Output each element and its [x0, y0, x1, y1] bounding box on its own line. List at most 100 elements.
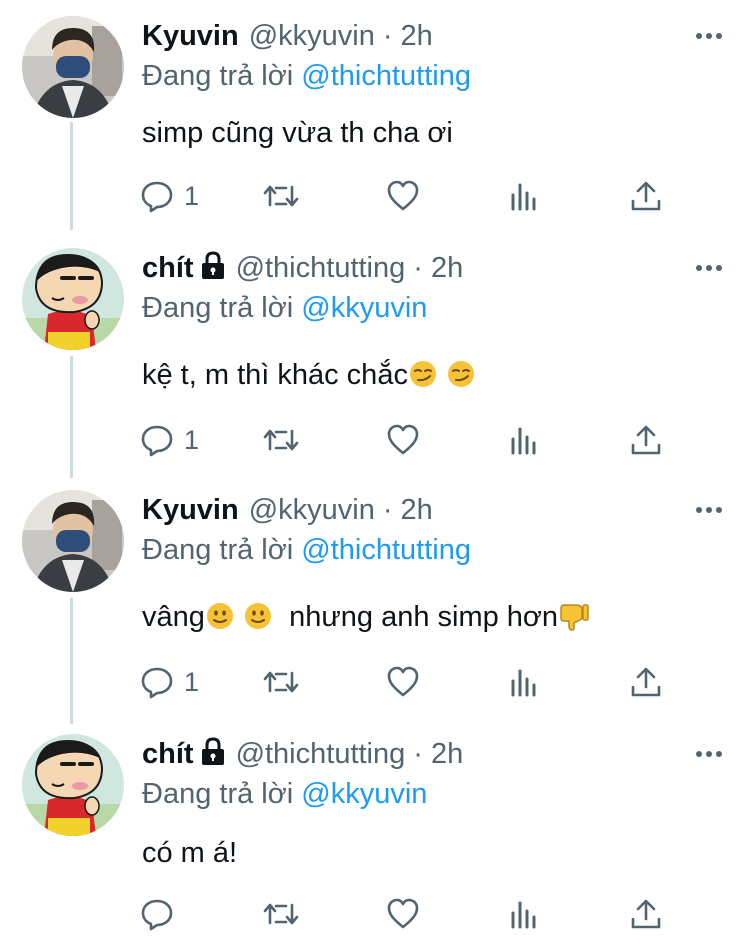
- retweet-button[interactable]: [262, 894, 300, 934]
- share-button[interactable]: [630, 662, 662, 702]
- avatar-kyuvin[interactable]: [22, 16, 124, 118]
- slightly-smiling-emoji-icon: [243, 601, 273, 641]
- user-handle[interactable]: @kkyuvin: [249, 494, 375, 526]
- share-button[interactable]: [630, 420, 662, 460]
- views-button[interactable]: [510, 894, 540, 934]
- tweet-text: kệ t, m thì khác chắc: [142, 356, 476, 399]
- bar-chart-icon: [510, 665, 540, 699]
- heart-icon: [386, 665, 420, 699]
- heart-icon: [386, 179, 420, 213]
- lock-icon: [200, 250, 226, 289]
- tweet-text-part: vâng: [142, 601, 205, 633]
- separator-dot: ·: [413, 738, 423, 770]
- reply-button[interactable]: 1: [140, 176, 199, 216]
- like-button[interactable]: [386, 662, 420, 702]
- avatar-chit[interactable]: [22, 734, 124, 836]
- display-name[interactable]: chít: [142, 252, 194, 284]
- replying-prefix: Đang trả lời: [142, 778, 294, 810]
- reply-button[interactable]: 1: [140, 662, 199, 702]
- retweet-button[interactable]: [262, 420, 300, 460]
- thumbs-down-emoji-icon: [558, 601, 590, 641]
- speech-bubble-icon: [140, 897, 174, 931]
- tweet-header: Kyuvin @kkyuvin · 2h: [142, 18, 433, 54]
- retweet-icon: [262, 179, 300, 213]
- timestamp[interactable]: 2h: [401, 494, 433, 526]
- retweet-icon: [262, 897, 300, 931]
- avatar-cartoon: [22, 734, 124, 836]
- timestamp[interactable]: 2h: [431, 252, 463, 284]
- more-dots-icon[interactable]: [694, 260, 724, 276]
- share-upload-icon: [630, 179, 662, 213]
- reply-count: 1: [184, 180, 200, 211]
- like-button[interactable]: [386, 894, 420, 934]
- tweet-actions: [0, 894, 750, 934]
- views-button[interactable]: [510, 176, 540, 216]
- lock-icon: [200, 736, 226, 775]
- tweet-text: simp cũng vừa th cha ơi: [142, 117, 453, 149]
- speech-bubble-icon: [140, 179, 174, 213]
- retweet-button[interactable]: [262, 176, 300, 216]
- more-dots-icon[interactable]: [694, 746, 724, 762]
- replying-to-mention[interactable]: @kkyuvin: [301, 292, 427, 324]
- share-button[interactable]: [630, 176, 662, 216]
- avatar-photo: [22, 490, 124, 592]
- heart-icon: [386, 423, 420, 457]
- share-upload-icon: [630, 897, 662, 931]
- more-dots-icon[interactable]: [694, 28, 724, 44]
- replying-to-line: Đang trả lời @thichtutting: [142, 532, 471, 568]
- tweet-header: chít @thichtutting · 2h: [142, 250, 463, 289]
- tweet-text-part: nhưng anh simp hơn: [289, 601, 559, 633]
- share-upload-icon: [630, 423, 662, 457]
- separator-dot: ·: [382, 494, 393, 526]
- replying-to-line: Đang trả lời @kkyuvin: [142, 290, 427, 326]
- tweet-text: vâng nhưng anh simp hơn: [142, 598, 590, 641]
- timestamp[interactable]: 2h: [431, 738, 463, 770]
- replying-prefix: Đang trả lời: [142, 60, 294, 92]
- reply-count: 1: [184, 666, 200, 697]
- heart-icon: [386, 897, 420, 931]
- retweet-icon: [262, 423, 300, 457]
- like-button[interactable]: [386, 420, 420, 460]
- reply-count: 1: [184, 424, 200, 455]
- speech-bubble-icon: [140, 665, 174, 699]
- views-button[interactable]: [510, 662, 540, 702]
- reply-button[interactable]: [140, 894, 184, 934]
- display-name[interactable]: Kyuvin: [142, 20, 239, 52]
- avatar-chit[interactable]: [22, 248, 124, 350]
- replying-prefix: Đang trả lời: [142, 292, 294, 324]
- bar-chart-icon: [510, 179, 540, 213]
- replying-to-mention[interactable]: @thichtutting: [301, 534, 471, 566]
- separator-dot: ·: [382, 20, 393, 52]
- user-handle[interactable]: @kkyuvin: [249, 20, 375, 52]
- display-name[interactable]: chít: [142, 738, 194, 770]
- separator-dot: ·: [413, 252, 423, 284]
- tweet-header: chít @thichtutting · 2h: [142, 736, 463, 775]
- tweet-text: có m á!: [142, 837, 238, 869]
- replying-to-mention[interactable]: @kkyuvin: [301, 778, 427, 810]
- smirk-emoji-icon: [446, 359, 476, 399]
- reply-button[interactable]: 1: [140, 420, 199, 460]
- more-dots-icon[interactable]: [694, 502, 724, 518]
- speech-bubble-icon: [140, 423, 174, 457]
- tweet-actions: 1: [0, 420, 750, 460]
- avatar-photo: [22, 16, 124, 118]
- user-handle[interactable]: @thichtutting: [236, 738, 406, 770]
- replying-to-line: Đang trả lời @kkyuvin: [142, 776, 427, 812]
- tweet-actions: 1: [0, 662, 750, 702]
- thread-line: [70, 598, 73, 724]
- replying-prefix: Đang trả lời: [142, 534, 294, 566]
- replying-to-mention[interactable]: @thichtutting: [301, 60, 471, 92]
- share-button[interactable]: [630, 894, 662, 934]
- avatar-cartoon: [22, 248, 124, 350]
- replying-to-line: Đang trả lời @thichtutting: [142, 58, 471, 94]
- retweet-icon: [262, 665, 300, 699]
- avatar-kyuvin[interactable]: [22, 490, 124, 592]
- user-handle[interactable]: @thichtutting: [236, 252, 406, 284]
- retweet-button[interactable]: [262, 662, 300, 702]
- tweet-text-body: kệ t, m thì khác chắc: [142, 359, 408, 391]
- share-upload-icon: [630, 665, 662, 699]
- like-button[interactable]: [386, 176, 420, 216]
- timestamp[interactable]: 2h: [401, 20, 433, 52]
- display-name[interactable]: Kyuvin: [142, 494, 239, 526]
- views-button[interactable]: [510, 420, 540, 460]
